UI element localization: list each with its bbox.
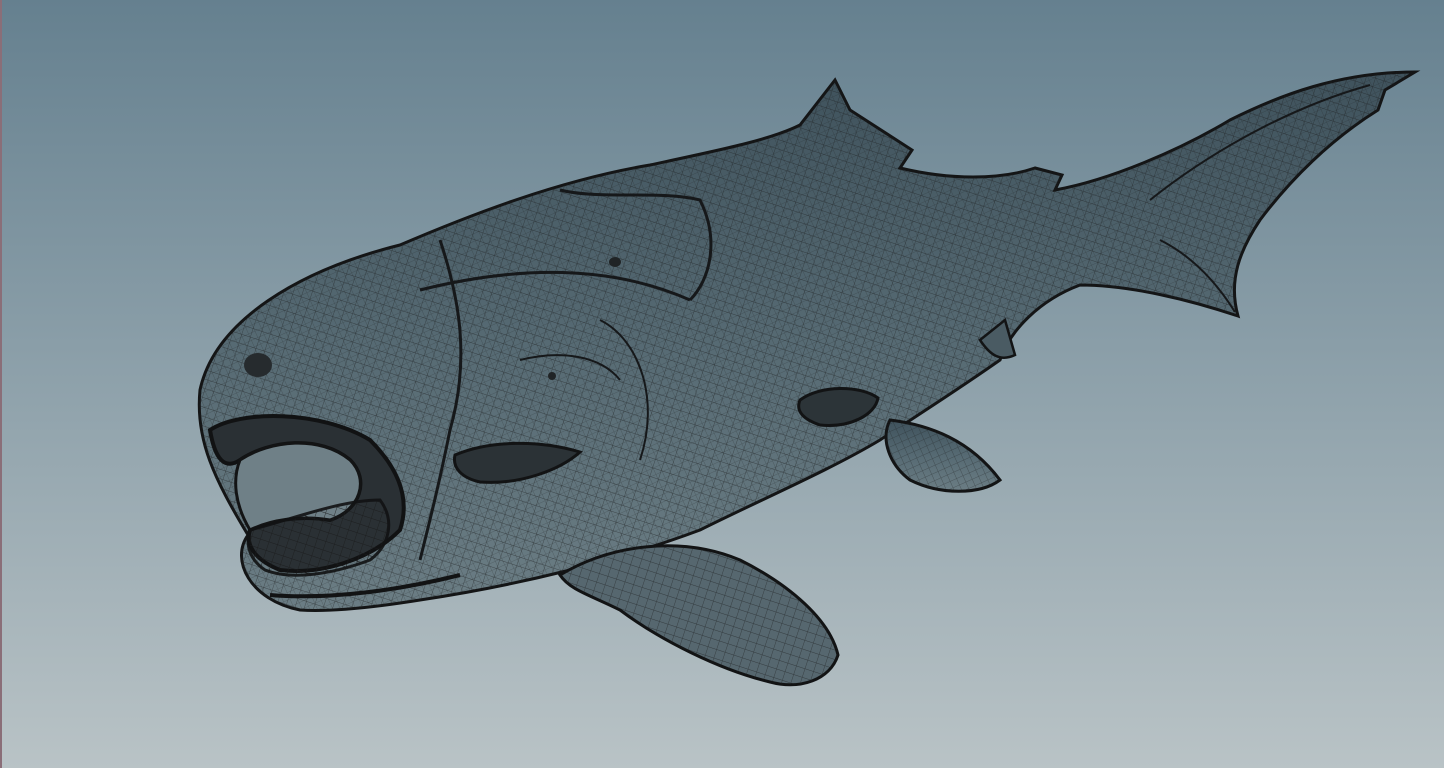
wireframe-fish-model[interactable] [0, 0, 1444, 768]
3d-viewport[interactable] [0, 0, 1444, 768]
pelvic-fin [557, 544, 840, 687]
